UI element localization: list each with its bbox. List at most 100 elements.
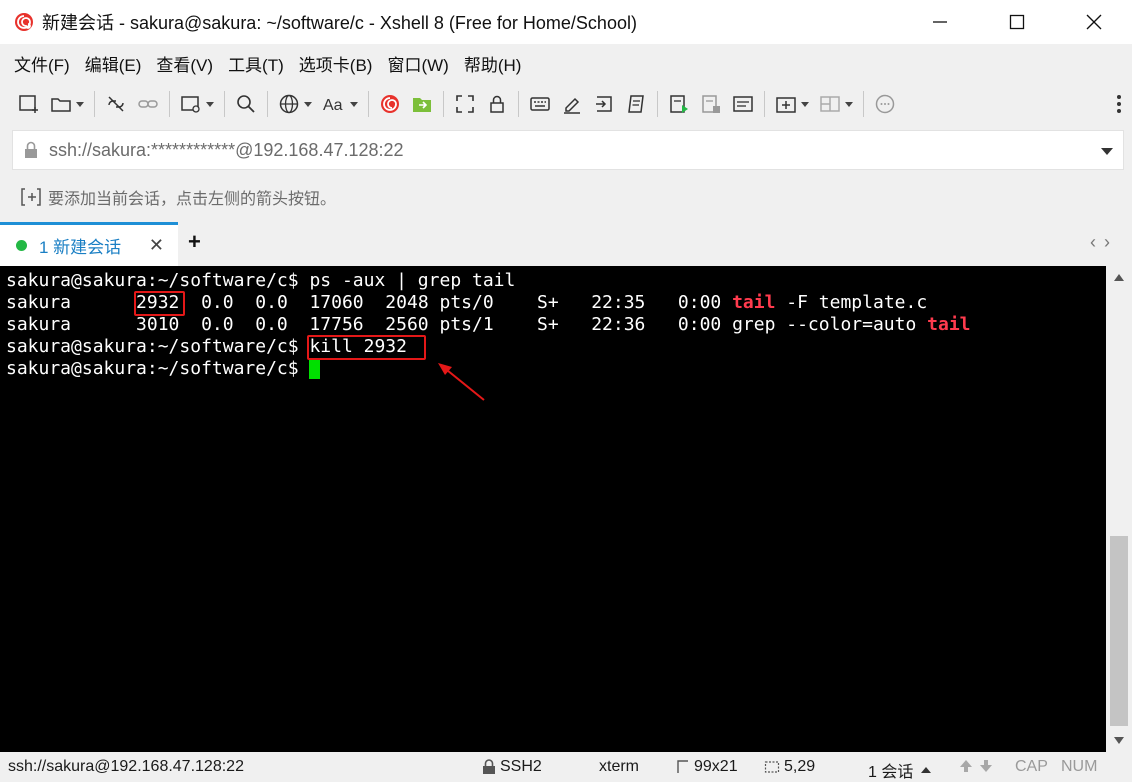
grep-match-text: tail [927, 314, 971, 335]
toolbar-divider [267, 91, 268, 117]
add-tab-icon[interactable]: + [188, 229, 201, 255]
tab-bar: 1 新建会话 ✕ + ‹› [0, 222, 1132, 266]
tab-label: 1 新建会话 [39, 238, 122, 257]
annotation-arrow-icon [438, 363, 485, 401]
status-scroll-arrows[interactable] [958, 758, 994, 774]
status-cursor-pos: 5,29 [764, 758, 815, 776]
fullscreen-button[interactable] [454, 89, 476, 119]
status-sessions[interactable]: 1 会话 [868, 758, 932, 782]
session-properties-button[interactable] [180, 89, 214, 119]
hint-text: 要添加当前会话，点击左侧的箭头按钮。 [48, 191, 337, 208]
keyboard-icon [530, 97, 550, 111]
find-button[interactable] [235, 89, 257, 119]
menu-help[interactable]: 帮助(H) [464, 51, 522, 76]
script-button[interactable] [625, 89, 647, 119]
address-dropdown-icon[interactable] [1101, 148, 1113, 155]
transcript-button[interactable] [732, 89, 754, 119]
maximize-button[interactable] [978, 0, 1055, 44]
toolbar-divider [518, 91, 519, 117]
status-caps-lock: CAP [1015, 758, 1048, 775]
cursor-pos-text: 5,29 [784, 758, 816, 775]
arrow-up-icon [960, 760, 972, 772]
scroll-down-icon[interactable] [1114, 737, 1124, 744]
pen-icon [564, 97, 580, 114]
terminal-area[interactable]: sakura@sakura:~/software/c$ ps -aux | gr… [0, 266, 1106, 752]
session-hint-bar: 要添加当前会话，点击左侧的箭头按钮。 [0, 176, 1132, 218]
new-session-button[interactable] [18, 89, 40, 119]
log-icon [702, 95, 720, 113]
menu-edit[interactable]: 编辑(E) [85, 51, 142, 76]
layout-icon [820, 96, 840, 112]
status-bar: ssh://sakura@192.168.47.128:22 SSH2 xter… [0, 752, 1132, 782]
font-button[interactable]: Aa [322, 89, 358, 119]
highlight-button[interactable] [561, 89, 583, 119]
menu-tools[interactable]: 工具(T) [228, 51, 284, 76]
toolbar-divider [368, 91, 369, 117]
address-input[interactable]: ssh://sakura:************@192.168.47.128… [49, 140, 404, 161]
tab-scroll-arrows-icon[interactable]: ‹› [1090, 232, 1118, 253]
pid-highlight-box [134, 291, 185, 316]
terminal-cursor [309, 359, 321, 379]
keyboard-button[interactable] [529, 89, 551, 119]
new-tab-button[interactable] [775, 89, 809, 119]
reconnect-button[interactable] [137, 89, 159, 119]
window-title: 新建会话 - sakura@sakura: ~/software/c - Xsh… [42, 13, 637, 33]
prompt: sakura@sakura:~/software/c$ [6, 270, 310, 291]
chat-icon [875, 94, 895, 114]
xshell-icon [381, 95, 399, 113]
maximize-icon [1009, 14, 1024, 30]
chevron-down-icon [801, 101, 809, 107]
minimize-icon [932, 21, 947, 23]
size-text: 99x21 [694, 758, 738, 775]
link-icon [138, 100, 158, 108]
lock-icon [483, 759, 495, 774]
sessions-text: 1 会话 [868, 764, 914, 781]
svg-text:Aa: Aa [323, 97, 343, 114]
menu-file[interactable]: 文件(F) [14, 51, 70, 76]
menu-window[interactable]: 窗口(W) [387, 51, 448, 76]
more-options-icon[interactable] [1116, 94, 1122, 114]
lock-button[interactable] [486, 89, 508, 119]
output-text: -F template.c [775, 292, 928, 313]
document-icon [733, 96, 753, 112]
send-command-button[interactable] [593, 89, 615, 119]
xftp-button[interactable] [411, 89, 433, 119]
open-session-button[interactable] [50, 89, 84, 119]
encoding-button[interactable] [278, 89, 312, 119]
chevron-down-icon [350, 101, 358, 107]
scrollbar-thumb[interactable] [1110, 536, 1128, 726]
output-text: sakura 3010 0.0 0.0 17756 2560 pts/1 S+ … [6, 314, 928, 335]
disconnect-button[interactable] [105, 89, 127, 119]
terminal-scrollbar[interactable] [1106, 266, 1132, 752]
chat-button[interactable] [874, 89, 896, 119]
command-text: ps -aux | grep tail [309, 270, 516, 291]
title-bar: 新建会话 - sakura@sakura: ~/software/c - Xsh… [0, 0, 1132, 44]
menu-view[interactable]: 查看(V) [156, 51, 213, 76]
tab-session-1[interactable]: 1 新建会话 ✕ [0, 222, 178, 266]
close-tab-icon[interactable]: ✕ [149, 235, 164, 256]
font-icon: Aa [323, 97, 343, 114]
address-bar[interactable]: ssh://sakura:************@192.168.47.128… [12, 130, 1124, 170]
output-text: sakura [6, 292, 137, 313]
toolbar-divider [169, 91, 170, 117]
chevron-up-icon [921, 767, 932, 773]
status-protocol: SSH2 [482, 758, 542, 776]
toolbar-divider [443, 91, 444, 117]
layout-button[interactable] [819, 89, 853, 119]
scroll-up-icon[interactable] [1114, 274, 1124, 281]
menu-bar: 文件(F) 编辑(E) 查看(V) 工具(T) 选项卡(B) 窗口(W) 帮助(… [0, 44, 1132, 82]
minimize-button[interactable] [901, 0, 978, 44]
globe-icon [279, 94, 299, 114]
log-button[interactable] [700, 89, 722, 119]
prompt: sakura@sakura:~/software/c$ [6, 358, 310, 379]
status-size: 99x21 [676, 758, 738, 776]
close-window-button[interactable] [1055, 0, 1132, 44]
xshell-button[interactable] [379, 89, 401, 119]
toolbar-divider [94, 91, 95, 117]
start-log-button[interactable] [668, 89, 690, 119]
cursor-position-icon [764, 761, 780, 773]
menu-tabs[interactable]: 选项卡(B) [299, 51, 373, 76]
add-session-icon[interactable] [20, 186, 42, 208]
status-connection: ssh://sakura@192.168.47.128:22 [8, 758, 244, 775]
resize-icon [677, 760, 688, 773]
